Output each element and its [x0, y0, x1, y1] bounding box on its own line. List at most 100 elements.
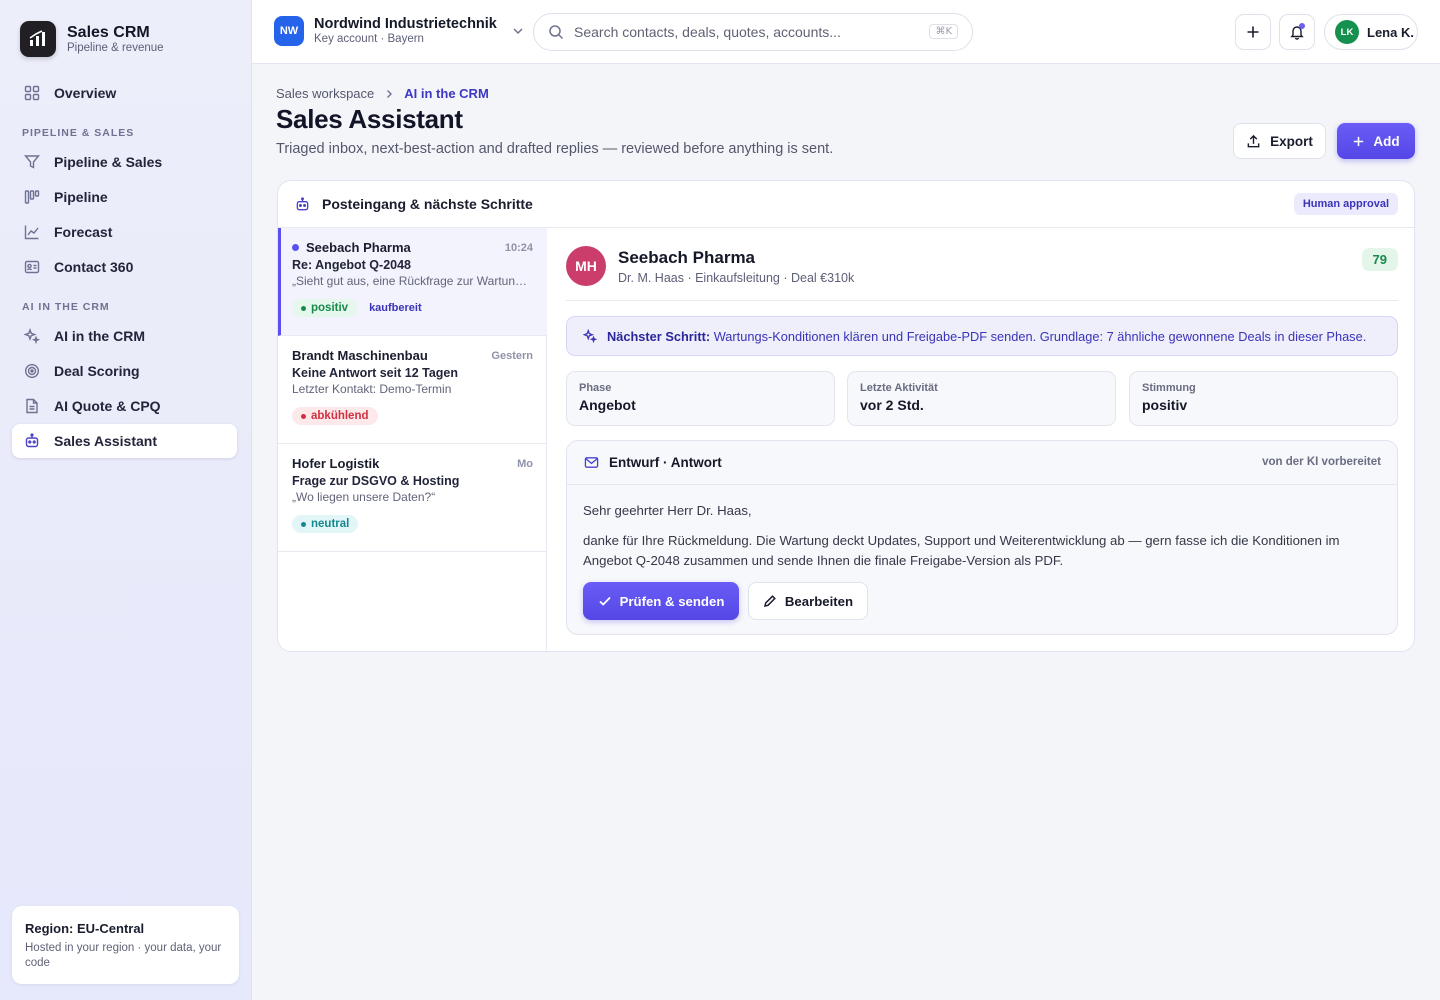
nav-pipeline-label: Pipeline	[54, 189, 108, 205]
nav-ai-crm-label: AI in the CRM	[54, 328, 145, 344]
pencil-icon	[763, 595, 776, 608]
sentiment-tag: neutral	[292, 515, 359, 533]
trend-chart-icon	[24, 225, 39, 240]
export-button[interactable]: Export	[1233, 123, 1326, 159]
nav-ai-quote-label: AI Quote & CPQ	[54, 398, 161, 414]
page-title: Sales Assistant	[276, 104, 463, 134]
user-name: Lena K.	[1367, 24, 1414, 40]
bot-icon	[25, 433, 39, 448]
stat-value: positiv	[1142, 397, 1188, 413]
stat-label: Stimmung	[1142, 382, 1196, 394]
user-menu[interactable]: LK Lena K.	[1324, 14, 1418, 50]
chevron-down-icon	[513, 28, 523, 35]
draft-header: Entwurf · Antwort von der KI vorbereitet	[567, 441, 1397, 485]
sentiment-tag: abkühlend	[292, 407, 378, 425]
inbox-time: Mo	[517, 457, 533, 470]
stat-sentiment: Stimmung positiv	[1129, 371, 1398, 426]
intent-tag: kaufbereit	[369, 302, 422, 314]
brand-title: Sales CRM	[67, 23, 150, 41]
contact-avatar: MH	[566, 246, 606, 286]
contact-meta: Dr. M. Haas · Einkaufsleitung · Deal €31…	[618, 271, 855, 285]
inbox-time: 10:24	[504, 241, 533, 254]
notification-dot	[1299, 23, 1305, 29]
sparkles-icon	[24, 328, 40, 344]
page-subtitle: Triaged inbox, next-best-action and draf…	[276, 141, 834, 157]
add-label: Add	[1373, 133, 1400, 149]
breadcrumb-root[interactable]: Sales workspace	[276, 86, 374, 101]
draft-text: danke für Ihre Rückmeldung. Die Wartung …	[583, 533, 1340, 568]
nav-pipeline[interactable]: Pipeline	[12, 180, 237, 214]
target-icon	[24, 363, 40, 379]
add-button[interactable]: Add	[1337, 123, 1415, 159]
nav-sales-assistant-label: Sales Assistant	[54, 433, 157, 449]
unread-dot	[292, 244, 299, 251]
sparkles-icon	[583, 329, 597, 343]
nav-contact-360[interactable]: Contact 360	[12, 250, 237, 284]
review-send-button[interactable]: Prüfen & senden	[583, 582, 739, 620]
search-bar[interactable]: ⌘K	[533, 13, 973, 51]
notifications-button[interactable]	[1279, 14, 1315, 50]
deal-score-badge: 79	[1361, 248, 1398, 271]
edit-label: Bearbeiten	[784, 593, 854, 609]
draft-title: Entwurf · Antwort	[609, 455, 722, 470]
draft-body[interactable]: Sehr geehrter Herr Dr. Haas, danke für I…	[567, 485, 1397, 571]
panel-title: Posteingang & nächste Schritte	[322, 196, 533, 212]
inbox-subject: Keine Antwort seit 12 Tagen	[292, 366, 459, 380]
quick-add-button[interactable]	[1235, 14, 1271, 50]
review-send-label: Prüfen & senden	[619, 593, 725, 609]
nav-contact-360-label: Contact 360	[54, 259, 134, 275]
draft-greeting: Sehr geehrter Herr Dr. Haas,	[583, 503, 752, 518]
nav-deal-scoring-label: Deal Scoring	[54, 363, 140, 379]
search-icon	[549, 25, 564, 40]
inbox-item[interactable]: Hofer Logistik Mo Frage zur DSGVO & Host…	[278, 444, 547, 552]
breadcrumb-current[interactable]: AI in the CRM	[404, 86, 489, 101]
region-card: Region: EU-Central Hosted in your region…	[12, 906, 239, 984]
topbar: NW Nordwind Industrietechnik Key account…	[252, 0, 1440, 64]
stat-value: vor 2 Std.	[860, 397, 924, 413]
stat-label: Phase	[579, 382, 612, 394]
nav-ai-crm[interactable]: AI in the CRM	[12, 319, 237, 353]
filter-icon	[24, 155, 40, 169]
user-avatar: LK	[1335, 20, 1359, 44]
nav-overview-label: Overview	[54, 85, 117, 101]
draft-reply: Entwurf · Antwort von der KI vorbereitet…	[566, 440, 1398, 635]
plus-icon	[1247, 26, 1259, 38]
section-ai-crm: AI IN THE CRM	[22, 301, 110, 313]
edit-button[interactable]: Bearbeiten	[748, 582, 868, 620]
kanban-icon	[24, 190, 40, 204]
search-input[interactable]	[574, 24, 914, 40]
stat-last-activity: Letzte Aktivität vor 2 Std.	[847, 371, 1116, 426]
stat-label: Letzte Aktivität	[860, 382, 938, 394]
nav-pipeline-sales[interactable]: Pipeline & Sales	[12, 145, 237, 179]
contact-card-icon	[24, 260, 40, 274]
region-text: Hosted in your region · your data, your …	[25, 942, 222, 969]
nav-sales-assistant[interactable]: Sales Assistant	[12, 424, 237, 458]
inbox-item[interactable]: Brandt Maschinenbau Gestern Keine Antwor…	[278, 336, 547, 444]
inbox-preview: Letzter Kontakt: Demo-Termin	[292, 382, 452, 396]
nav-forecast-label: Forecast	[54, 224, 113, 240]
search-shortcut: ⌘K	[929, 24, 958, 39]
panel-header: Posteingang & nächste Schritte Human app…	[278, 181, 1414, 228]
inbox-preview: „Sieht gut aus, eine Rückfrage zur Wartu…	[292, 274, 533, 288]
brand[interactable]: Sales CRM Pipeline & revenue	[20, 21, 164, 57]
nav-pipeline-sales-label: Pipeline & Sales	[54, 154, 163, 170]
account-name: Nordwind Industrietechnik	[314, 16, 497, 32]
stat-value: Angebot	[579, 397, 636, 413]
assistant-panel: Posteingang & nächste Schritte Human app…	[277, 180, 1415, 652]
account-subtitle: Key account · Bayern	[314, 33, 424, 45]
nav-overview[interactable]: Overview	[12, 76, 237, 110]
mail-icon	[584, 457, 599, 468]
document-icon	[26, 398, 38, 414]
inbox-item[interactable]: Seebach Pharma 10:24 Re: Angebot Q-2048 …	[278, 228, 547, 336]
nav-ai-quote[interactable]: AI Quote & CPQ	[12, 389, 237, 423]
nav-forecast[interactable]: Forecast	[12, 215, 237, 249]
account-switcher[interactable]: NW Nordwind Industrietechnik Key account…	[274, 16, 525, 46]
inbox-sender: Hofer Logistik	[292, 456, 380, 471]
inbox-preview: „Wo liegen unsere Daten?“	[292, 490, 436, 504]
breadcrumb: Sales workspace AI in the CRM	[276, 86, 489, 101]
plus-icon	[1354, 136, 1364, 146]
next-step-text: Wartungs-Konditionen klären und Freigabe…	[713, 328, 1367, 344]
nav-deal-scoring[interactable]: Deal Scoring	[12, 354, 237, 388]
export-label: Export	[1270, 133, 1313, 149]
message-detail: MH Seebach Pharma Dr. M. Haas · Einkaufs…	[566, 228, 1398, 651]
